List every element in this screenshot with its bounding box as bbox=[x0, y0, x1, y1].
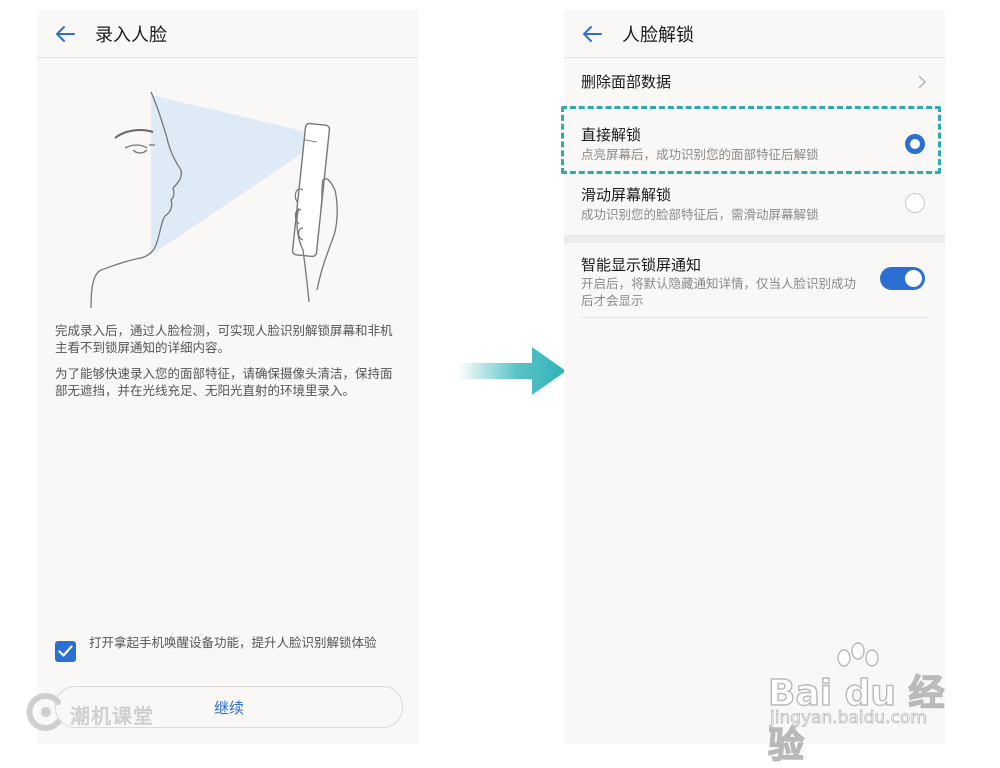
baidu-url-text: jingyan.baidu.com bbox=[770, 708, 928, 729]
watermark-logo-icon bbox=[26, 693, 61, 731]
transition-arrow-icon bbox=[458, 347, 566, 395]
smart-notification-toggle[interactable] bbox=[880, 267, 925, 290]
toggle-knob bbox=[905, 270, 922, 287]
app-bar: 录入人脸 bbox=[37, 10, 418, 58]
back-arrow-icon[interactable] bbox=[53, 22, 77, 46]
section-divider bbox=[564, 235, 945, 243]
page-title: 人脸解锁 bbox=[622, 25, 694, 46]
pickup-wake-label: 打开拿起手机唤醒设备功能，提升人脸识别解锁体验 bbox=[89, 635, 377, 650]
baidu-jingyan-watermark: Bai du 经验 jingyan.baidu.com bbox=[766, 642, 966, 767]
highlight-box bbox=[561, 106, 941, 174]
swipe-unlock-subtitle: 成功识别您的脸部特征后，需滑动屏幕解锁 bbox=[581, 207, 819, 222]
chevron-right-icon bbox=[918, 75, 927, 89]
enroll-description: 完成录入后，通过人脸检测，可实现人脸识别解锁屏幕和非机主看不到锁屏通知的详细内容… bbox=[55, 323, 393, 355]
checkmark-icon bbox=[58, 645, 73, 657]
back-arrow-icon[interactable] bbox=[580, 22, 604, 46]
swipe-unlock-radio[interactable] bbox=[905, 193, 925, 213]
app-bar: 人脸解锁 bbox=[564, 10, 945, 58]
list-divider bbox=[581, 317, 928, 318]
page-title: 录入人脸 bbox=[95, 25, 167, 46]
delete-face-data-label: 删除面部数据 bbox=[581, 73, 672, 91]
pickup-wake-checkbox[interactable] bbox=[55, 641, 76, 662]
chaoji-watermark: 潮机课堂 bbox=[26, 690, 166, 736]
face-scan-illustration bbox=[90, 91, 338, 309]
smart-notification-subtitle: 开启后，将默认隐藏通知详情，仅当人脸识别成功后才会显示 bbox=[581, 276, 857, 308]
swipe-unlock-option[interactable]: 滑动屏幕解锁 成功识别您的脸部特征后，需滑动屏幕解锁 bbox=[564, 178, 945, 234]
enroll-tips: 为了能够快速录入您的面部特征，请确保摄像头清洁，保持面部无遮挡，并在光线充足、无… bbox=[55, 366, 393, 398]
swipe-unlock-title: 滑动屏幕解锁 bbox=[581, 186, 672, 204]
delete-face-data-item[interactable]: 删除面部数据 bbox=[564, 58, 945, 106]
continue-button-label: 继续 bbox=[213, 698, 244, 717]
watermark-text: 潮机课堂 bbox=[70, 704, 154, 728]
smart-notification-title: 智能显示锁屏通知 bbox=[581, 256, 702, 274]
enroll-face-screen: 录入人脸 完成录入后，通过人脸检测，可实现人脸识别解锁屏幕和非机主看不到锁屏通知… bbox=[37, 10, 418, 744]
